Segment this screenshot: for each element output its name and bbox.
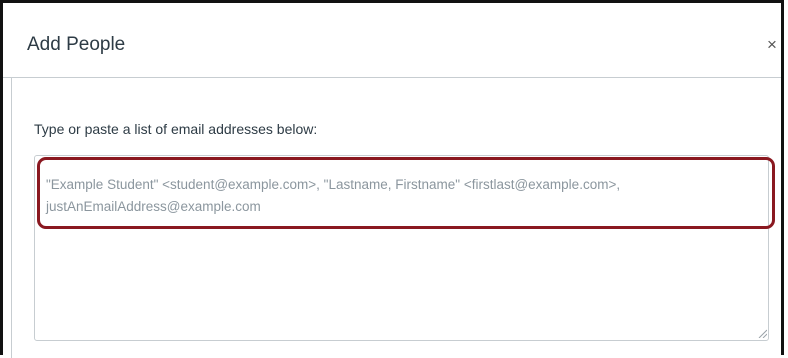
email-list-placeholder: "Example Student" <student@example.com>,… bbox=[46, 177, 621, 214]
dialog-title: Add People bbox=[27, 34, 126, 55]
email-list-instruction: Type or paste a list of email addresses … bbox=[34, 121, 318, 137]
dialog-body-border bbox=[11, 78, 12, 358]
dialog-header: Add People × bbox=[3, 3, 781, 78]
resize-handle-icon[interactable] bbox=[757, 328, 767, 338]
close-icon[interactable]: × bbox=[765, 36, 779, 53]
